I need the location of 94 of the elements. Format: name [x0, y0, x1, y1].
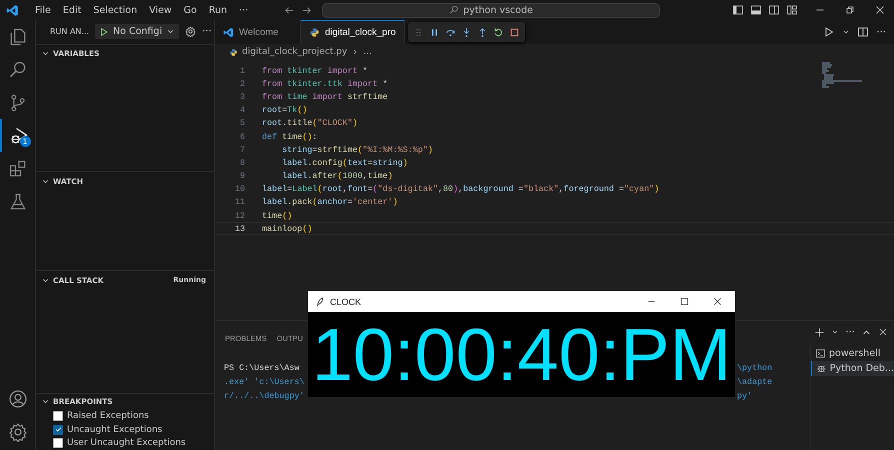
line-number: 11	[234, 197, 245, 208]
menu-item[interactable]: Edit	[56, 4, 88, 16]
line-number: 13	[234, 224, 245, 234]
python-file-icon	[229, 48, 238, 56]
stop-icon[interactable]	[508, 26, 520, 38]
code-line: from tkinter import *	[262, 66, 368, 76]
line-number: 7	[238, 144, 245, 155]
code-line: label.config(text=string)	[281, 158, 408, 168]
account-icon[interactable]	[8, 388, 28, 408]
menu-item[interactable]: Go	[178, 4, 203, 16]
checkbox[interactable]	[53, 438, 63, 448]
maximize-icon[interactable]	[679, 296, 690, 307]
restore-icon[interactable]	[844, 4, 856, 16]
terminal-text: PS C:\Users\Asw	[224, 363, 300, 373]
line-number: 10	[234, 184, 245, 194]
vscode-logo-icon	[6, 4, 19, 16]
code-line: mainloop()	[262, 224, 312, 234]
line-number: 9	[238, 171, 245, 182]
layout-icon[interactable]	[786, 4, 798, 16]
editor-tab[interactable]: digital_clock_pro	[301, 20, 405, 44]
secondary-sidebar-toggle-icon[interactable]	[768, 4, 780, 16]
menu-item[interactable]: File	[29, 4, 57, 16]
run-config-dropdown[interactable]: No Configi	[95, 24, 180, 40]
vscode-logo-icon	[223, 26, 234, 38]
line-number: 5	[238, 118, 245, 128]
breadcrumb-item[interactable]: digital_clock_project.py	[242, 47, 348, 57]
menu-item[interactable]: ···	[233, 4, 254, 16]
bug-icon	[816, 363, 827, 374]
line-number: 2	[238, 78, 245, 89]
more-button[interactable]: ···	[845, 326, 855, 338]
menu-item[interactable]: Run	[202, 4, 234, 16]
code-line: root=Tk()	[262, 105, 308, 116]
close-icon[interactable]	[874, 4, 886, 16]
line-number: 12	[234, 210, 245, 221]
checkbox[interactable]	[53, 424, 63, 435]
files-icon[interactable]	[8, 26, 28, 46]
breakpoint-label: User Uncaught Exceptions	[67, 438, 186, 448]
code-line: label.pack(anchor='center')	[262, 197, 398, 208]
menu-item[interactable]: View	[143, 4, 178, 16]
code-line: from time import strftime	[262, 92, 388, 102]
check-icon	[54, 426, 62, 434]
terminal-text: .exe' 'c:\Users\	[224, 377, 306, 387]
code-line: time()	[262, 210, 292, 221]
terminal-text: py'	[737, 391, 754, 401]
minimap-drawing	[822, 62, 864, 88]
line-number: 8	[238, 158, 245, 168]
close-icon[interactable]	[712, 296, 723, 307]
code-line: from tkinter.ttk import *	[262, 78, 388, 89]
settings-icon[interactable]	[185, 26, 196, 38]
code-line: def time():	[262, 132, 318, 142]
blocks-icon[interactable]	[8, 158, 28, 178]
terminal-icon	[815, 348, 826, 359]
terminal-text: \python	[737, 363, 774, 373]
breadcrumb-item[interactable]: ...	[363, 47, 372, 57]
terminal-text: \adapte	[737, 377, 774, 387]
checkbox[interactable]	[53, 411, 63, 422]
feather-icon	[315, 296, 325, 306]
window-title: CLOCK	[330, 296, 362, 306]
breakpoint-label: Uncaught Exceptions	[67, 424, 162, 435]
forward-arrow-icon[interactable]	[301, 4, 312, 16]
panel-toggle-icon[interactable]	[750, 4, 762, 16]
terminal-list-item[interactable]: Python Deb...	[811, 361, 894, 376]
search-icon	[449, 5, 460, 15]
sidebar-toggle-icon[interactable]	[732, 4, 744, 16]
code-line: string=strftime("%I:%M:%S:%p")	[281, 144, 433, 155]
line-number: 6	[238, 132, 245, 142]
search-icon[interactable]	[8, 60, 28, 80]
menu-item[interactable]: Selection	[87, 4, 144, 16]
panel-title: RUN AN...	[50, 27, 90, 36]
more-button[interactable]: ···	[202, 26, 212, 38]
split-editor-icon[interactable]	[857, 26, 870, 38]
back-arrow-icon[interactable]	[284, 4, 296, 16]
breakpoint-label: Raised Exceptions	[67, 411, 149, 422]
clock-time: 10:00:40:PM	[310, 312, 732, 397]
restart-icon[interactable]	[492, 26, 504, 38]
terminal-text: r/../..\debugpy'	[224, 391, 306, 401]
code-line: root.title("CLOCK")	[262, 118, 358, 128]
line-number: 1	[238, 66, 245, 76]
play-icon	[99, 26, 110, 37]
run-icon[interactable]	[823, 26, 836, 38]
plus-icon[interactable]	[814, 326, 826, 338]
search-field[interactable]: python vscode	[322, 2, 660, 18]
python-file-icon	[309, 27, 320, 38]
flask-icon[interactable]	[8, 192, 28, 212]
caret-icon[interactable]	[842, 28, 850, 36]
terminal-list-item[interactable]: powershell	[811, 346, 894, 361]
code-line: label.after(1000,time)	[281, 171, 393, 182]
more-button[interactable]: ···	[876, 26, 886, 38]
play-bug-icon[interactable]	[8, 126, 28, 146]
line-number: 3	[238, 92, 245, 102]
line-number: 4	[238, 105, 245, 116]
caret-icon[interactable]	[831, 328, 840, 336]
code-line: label=Label(root,font=("ds-digitak",80),background ="black",foreground ="cyan")	[262, 184, 660, 194]
settings-icon[interactable]	[8, 422, 28, 442]
